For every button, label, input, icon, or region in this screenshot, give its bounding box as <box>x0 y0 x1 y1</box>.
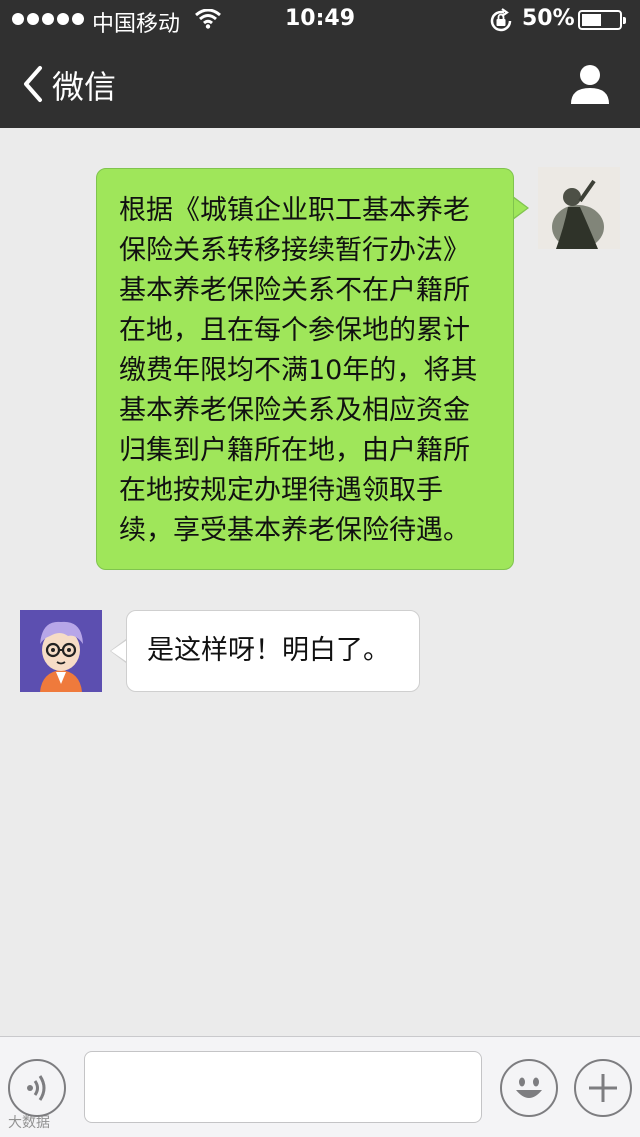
contact-avatar[interactable] <box>20 610 102 692</box>
emoji-button[interactable] <box>500 1059 558 1117</box>
my-avatar[interactable] <box>538 167 620 249</box>
emoji-icon <box>516 1077 542 1098</box>
sent-message-bubble[interactable]: 根据《城镇企业职工基本养老保险关系转移接续暂行办法》基本养老保险关系不在户籍所在… <box>96 168 514 570</box>
top-bar: 中国移动 10:49 50% 微信 <box>0 0 640 128</box>
rotation-lock-icon <box>490 8 512 32</box>
battery-icon <box>578 10 626 30</box>
voice-button[interactable] <box>8 1059 66 1117</box>
watermark: 大数据 <box>8 1115 50 1131</box>
more-button[interactable] <box>574 1059 632 1117</box>
plus-icon <box>589 1074 617 1102</box>
back-button-label[interactable]: 微信 <box>52 62 116 108</box>
voice-icon <box>27 1075 46 1101</box>
received-message-bubble[interactable]: 是这样呀！明白了。 <box>126 610 420 692</box>
status-bar: 中国移动 10:49 50% <box>0 0 640 40</box>
battery-percent: 50% <box>522 6 575 31</box>
person-icon[interactable] <box>566 62 614 106</box>
message-input[interactable] <box>84 1051 482 1123</box>
input-bar <box>0 1036 640 1137</box>
